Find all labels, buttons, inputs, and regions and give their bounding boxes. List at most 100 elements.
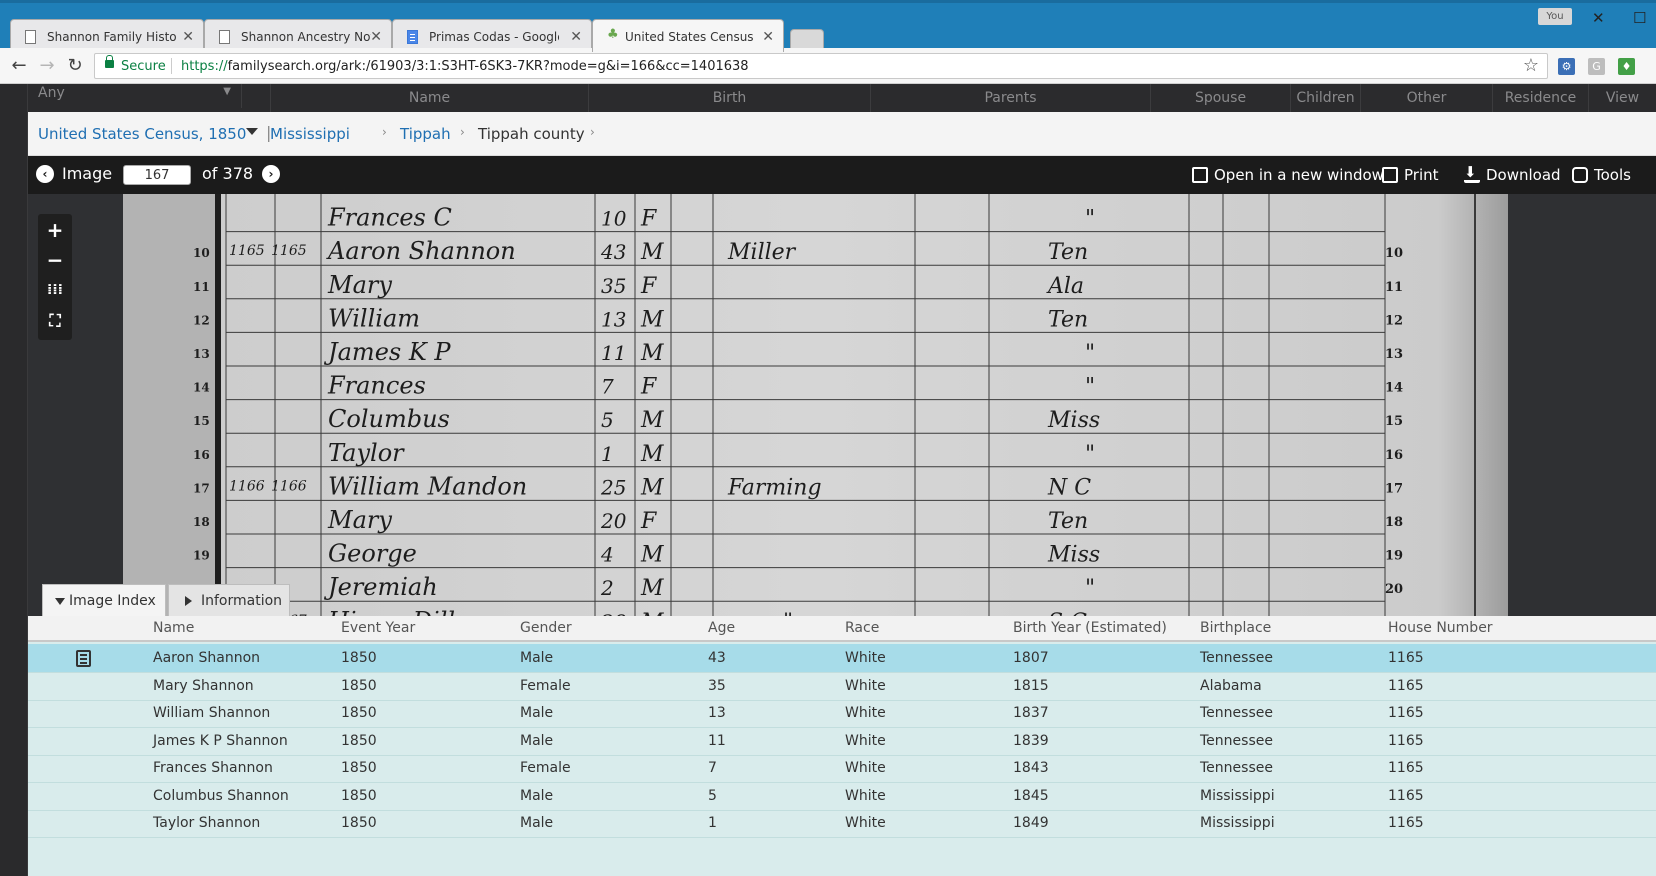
tab-information[interactable]: Information (168, 584, 290, 616)
census-left-line-number: 11 (193, 280, 210, 294)
census-handwritten-sex: M (640, 240, 664, 265)
column-header[interactable]: Name (153, 620, 194, 636)
column-header[interactable]: Event Year (341, 620, 415, 636)
url-text[interactable]: https://familysearch.org/ark:/61903/3:1:… (181, 59, 749, 74)
census-page-image[interactable]: Frances C 10 F " 1165 1165 Aaron Shannon 43 M Mil… (123, 194, 1508, 616)
census-handwritten-name: Frances (327, 372, 426, 400)
forward-icon[interactable]: → (35, 54, 59, 78)
census-handwritten-age: 1 (601, 442, 614, 466)
column-header[interactable]: Children (1290, 84, 1360, 112)
table-cell[interactable]: James K P Shannon (153, 733, 288, 749)
table-cell: 1165 (1388, 705, 1424, 721)
breadcrumb-collection[interactable]: United States Census, 1850 (38, 125, 246, 143)
census-handwritten-name: Aaron Shannon (326, 237, 516, 265)
column-header[interactable]: Spouse (1150, 84, 1290, 112)
table-row[interactable]: William Shannon 1850 Male 13 White 1837 Tennes… (28, 699, 1656, 728)
close-icon[interactable]: ✕ (570, 29, 582, 45)
tools-button[interactable]: Tools (1572, 166, 1631, 184)
extension-icon[interactable]: ♦ (1618, 58, 1635, 75)
maximize-icon[interactable]: ☐ (1633, 9, 1646, 27)
chevron-down-icon[interactable] (246, 128, 258, 135)
close-icon[interactable]: ✕ (762, 29, 774, 45)
previous-image-icon[interactable]: ‹ (36, 165, 54, 183)
chevron-right-icon: › (590, 125, 595, 139)
table-cell: White (845, 705, 886, 721)
chevron-down-icon: ▼ (223, 86, 231, 97)
table-row[interactable]: Columbus Shannon 1850 Male 5 White 1845 Missis… (28, 782, 1656, 811)
column-header[interactable]: Gender (520, 620, 572, 636)
column-header[interactable]: Name (270, 84, 588, 112)
toolbox-icon (1572, 167, 1588, 183)
close-icon[interactable]: ✕ (182, 29, 194, 45)
column-header[interactable]: Residence (1492, 84, 1588, 112)
browser-tab-active[interactable]: ♣ United States Census, 18 ✕ (592, 19, 784, 52)
reload-icon[interactable]: ↻ (63, 54, 87, 78)
column-header[interactable]: Birth Year (Estimated) (1013, 620, 1167, 636)
census-handwritten-sex: M (640, 543, 664, 568)
census-handwritten-sex: M (640, 475, 664, 500)
back-icon[interactable]: ← (7, 54, 31, 78)
table-cell: 1850 (341, 677, 377, 694)
breadcrumb: United States Census, 1850 | Mississippi… (28, 112, 1656, 156)
table-cell[interactable]: Frances Shannon (153, 760, 273, 776)
table-cell: 13 (708, 705, 726, 721)
download-button[interactable]: Download (1464, 163, 1561, 184)
record-details-icon[interactable] (76, 650, 91, 667)
print-button[interactable]: Print (1382, 166, 1439, 184)
table-cell[interactable]: Columbus Shannon (153, 788, 289, 804)
table-cell[interactable]: William Shannon (153, 705, 270, 721)
filter-select[interactable]: Any ▼ (28, 84, 242, 108)
external-window-icon (1192, 167, 1208, 183)
census-handwritten-birthplace: " (1085, 207, 1095, 232)
extension-icon[interactable]: G (1588, 58, 1605, 75)
column-header[interactable]: Race (845, 620, 879, 636)
census-handwritten-age: 25 (600, 475, 626, 499)
next-image-icon[interactable]: › (262, 165, 280, 183)
table-row[interactable]: Taylor Shannon 1850 Male 1 White 1849 Mississi… (28, 809, 1656, 838)
address-bar[interactable]: Secure https://familysearch.org/ark:/619… (94, 53, 1548, 79)
census-handwritten-name: Columbus (328, 405, 450, 433)
image-viewer[interactable]: Frances C 10 F " 1165 1165 Aaron Shannon 43 M Mil… (28, 194, 1656, 616)
open-new-window-button[interactable]: Open in a new window (1192, 166, 1384, 184)
table-row[interactable]: James K P Shannon 1850 Male 11 White 1839 Tenn… (28, 727, 1656, 756)
fullscreen-icon[interactable]: ⛶ (38, 306, 72, 336)
column-header[interactable]: House Number (1388, 620, 1493, 636)
column-header[interactable]: Birthplace (1200, 620, 1271, 636)
zoom-in-icon[interactable]: + (38, 215, 72, 245)
column-header[interactable]: Birth (588, 84, 870, 112)
census-line-number: 20 (1385, 582, 1403, 597)
extension-icon[interactable]: ⚙ (1558, 58, 1575, 75)
google-docs-icon (407, 30, 418, 44)
column-header[interactable]: Age (708, 620, 735, 636)
table-cell[interactable]: Mary Shannon (153, 678, 254, 694)
page-icon (219, 30, 230, 44)
census-handwritten-age: 7 (601, 375, 614, 399)
tab-title: Shannon Family History (47, 30, 177, 44)
bookmark-star-icon[interactable]: ☆ (1523, 55, 1539, 76)
profile-badge[interactable]: You (1538, 8, 1572, 25)
gallery-grid-icon[interactable]: ⁞⁞⁞ (38, 275, 72, 305)
column-header[interactable]: View (1588, 84, 1656, 112)
secure-label: Secure (121, 59, 166, 74)
table-row[interactable]: Aaron Shannon 1850 Male 43 White 1807 Tennesse… (28, 644, 1656, 673)
image-number-input[interactable] (123, 165, 191, 185)
census-handwritten-birthplace: Miss (1047, 408, 1100, 433)
table-cell[interactable]: Taylor Shannon (153, 815, 260, 831)
zoom-controls: + − ⁞⁞⁞ ⛶ (38, 214, 72, 340)
minimize-icon[interactable]: ✕ (1592, 9, 1605, 27)
tab-image-index[interactable]: Image Index (42, 584, 166, 616)
census-handwritten-name: Mary (327, 506, 392, 534)
close-icon[interactable]: ✕ (370, 29, 382, 45)
column-header[interactable]: Parents (870, 84, 1150, 112)
table-cell[interactable]: Aaron Shannon (153, 650, 260, 666)
census-line-number: 13 (1385, 347, 1403, 362)
tab-title: Primas Codas - Google D (429, 30, 559, 44)
column-header[interactable]: Other (1360, 84, 1492, 112)
breadcrumb-subdivision[interactable]: Tippah county (478, 125, 585, 143)
table-row[interactable]: Mary Shannon 1850 Female 35 White 1815 Alabama… (28, 672, 1656, 701)
census-dwelling-number: 1166 (229, 478, 265, 494)
table-row[interactable]: Frances Shannon 1850 Female 7 White 1843 Tenne… (28, 754, 1656, 783)
breadcrumb-county[interactable]: Tippah (400, 125, 451, 143)
zoom-out-icon[interactable]: − (38, 245, 72, 275)
breadcrumb-state[interactable]: Mississippi (270, 125, 350, 143)
